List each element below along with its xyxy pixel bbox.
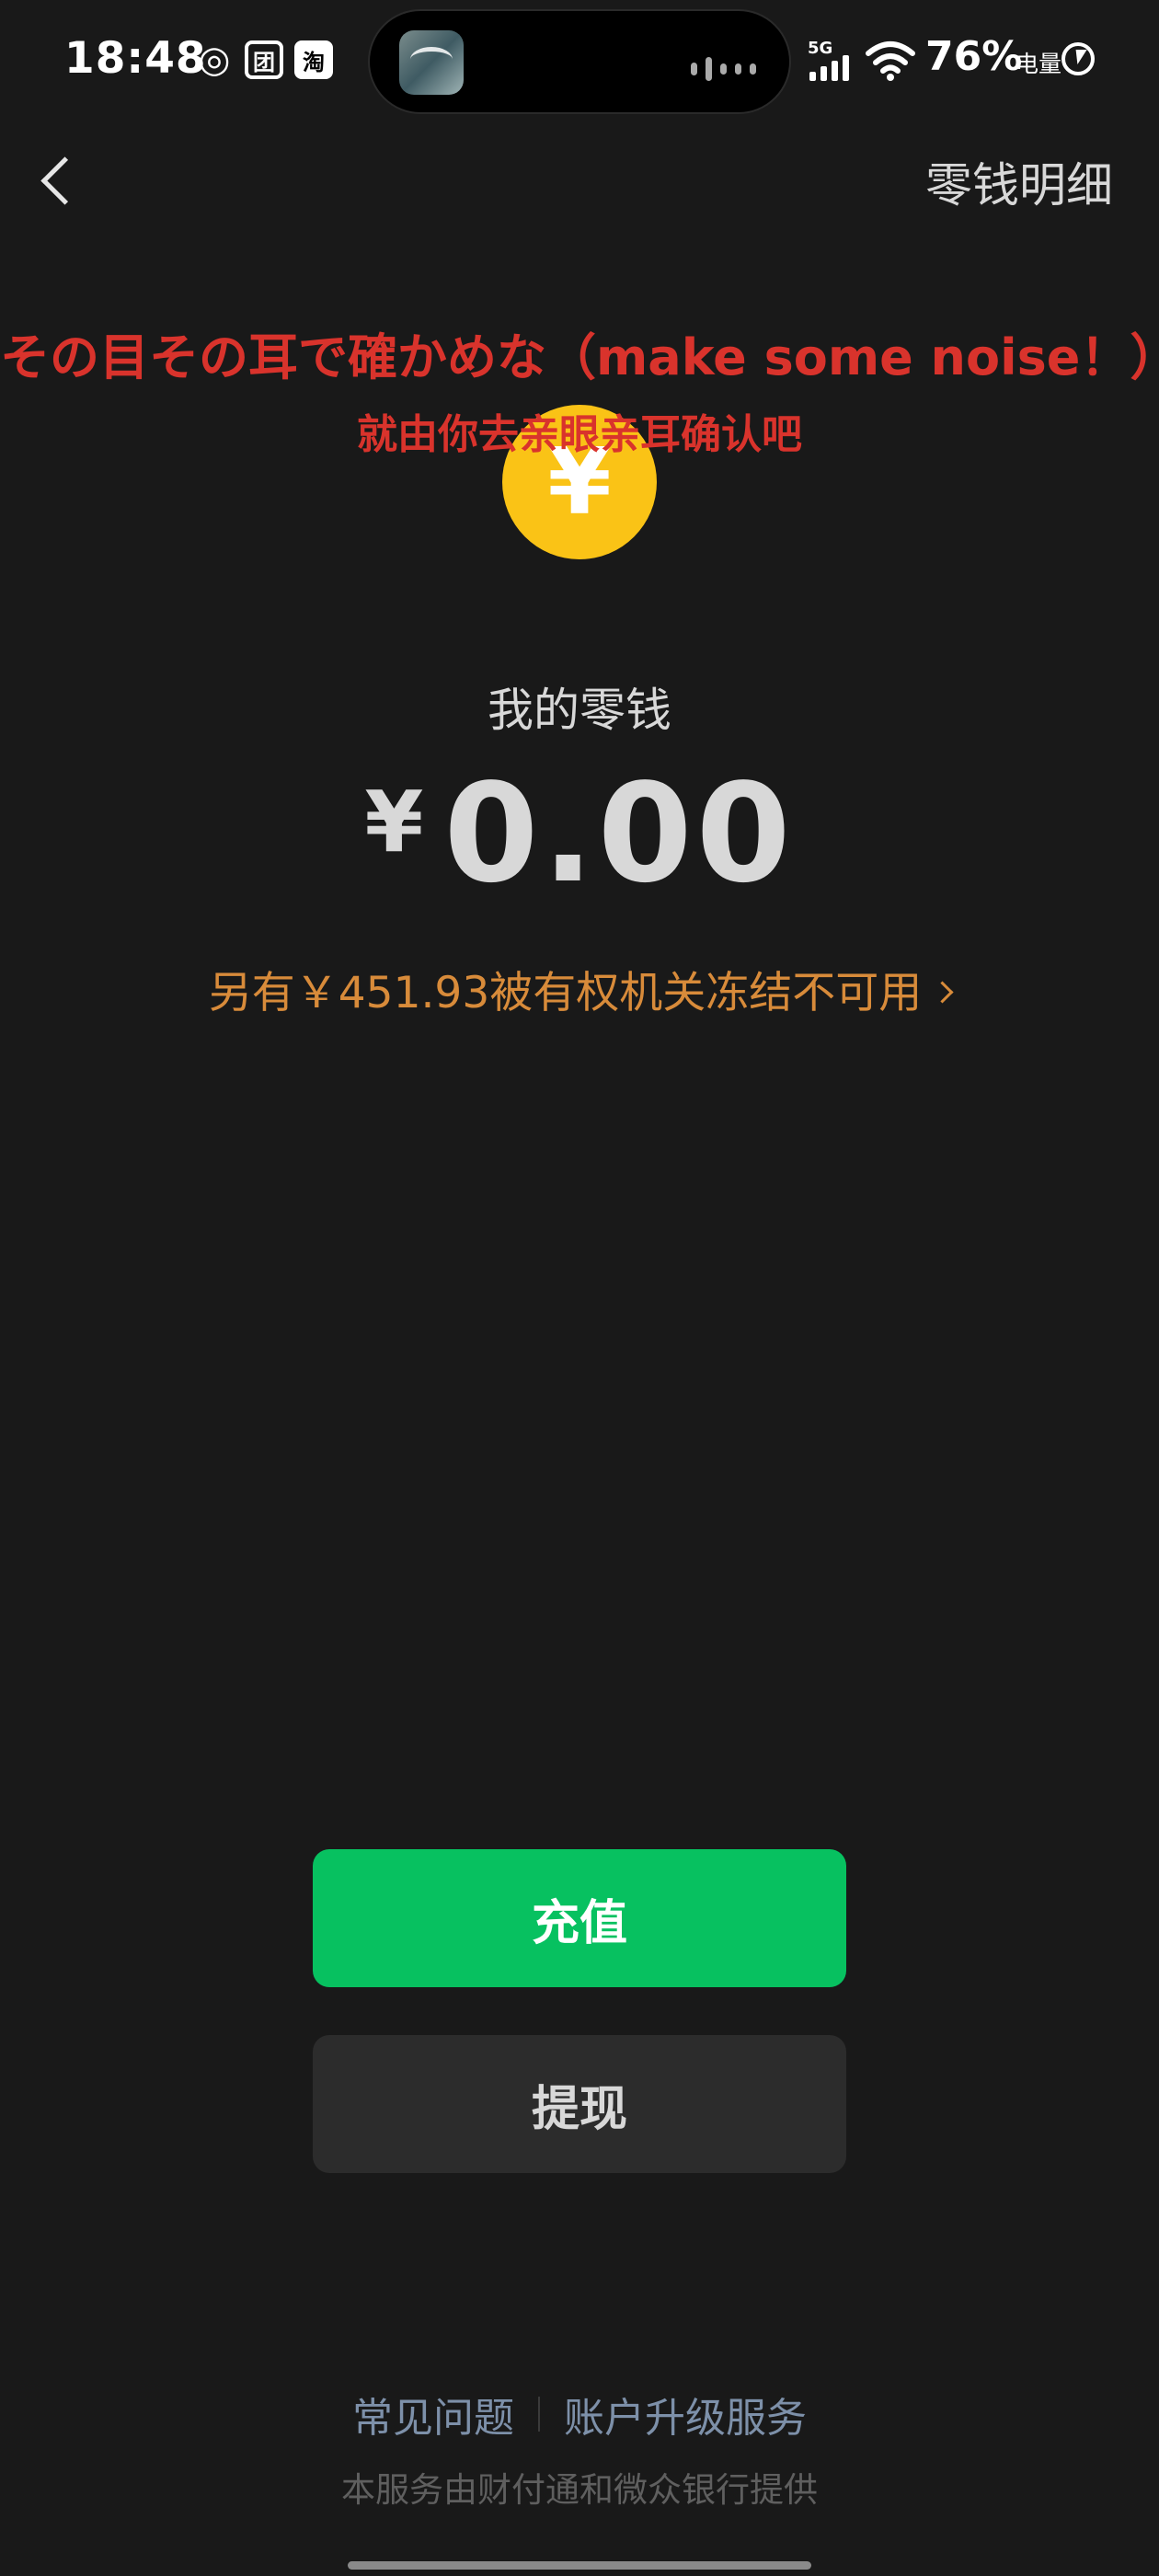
battery-percent: 76% xyxy=(925,33,1023,80)
footer-divider xyxy=(538,2397,540,2432)
frozen-funds-link[interactable]: 另有￥451.93被有权机关冻结不可用 xyxy=(0,957,1159,1020)
signal-icon xyxy=(809,55,849,81)
currency-symbol: ¥ xyxy=(364,773,424,871)
meituan-icon: 团 xyxy=(245,40,283,79)
netease-music-icon: ◎ xyxy=(198,39,231,81)
caption-japanese: その目その耳で確かめな（make some noise！） xyxy=(0,328,1159,386)
provider-note: 本服务由财付通和微众银行提供 xyxy=(341,2470,818,2510)
taobao-icon: 淘 xyxy=(294,40,333,79)
battery-label: 电量 xyxy=(1016,51,1062,77)
charging-icon xyxy=(1061,42,1095,75)
balance-amount: ¥0.00 xyxy=(0,754,1159,913)
withdraw-button[interactable]: 提现 xyxy=(313,2035,846,2173)
amount-value: 0.00 xyxy=(443,754,795,913)
back-arrow-icon[interactable] xyxy=(35,147,90,212)
caption-chinese: 就由你去亲眼亲耳确认吧 xyxy=(357,411,802,458)
faq-link[interactable]: 常见问题 xyxy=(352,2385,514,2444)
chevron-right-icon xyxy=(931,981,954,1004)
account-upgrade-link[interactable]: 账户升级服务 xyxy=(564,2385,807,2444)
change-details-link[interactable]: 零钱明细 xyxy=(925,147,1113,215)
game-app-icon[interactable] xyxy=(399,30,464,95)
recharge-button[interactable]: 充值 xyxy=(313,1849,846,1987)
audio-wave-icon xyxy=(691,57,756,81)
dynamic-island[interactable] xyxy=(368,9,791,114)
frozen-funds-text: 另有￥451.93被有权机关冻结不可用 xyxy=(208,968,923,1018)
home-indicator[interactable] xyxy=(348,2561,811,2570)
clock: 18:48 xyxy=(64,33,207,84)
balance-label: 我的零钱 xyxy=(488,684,671,737)
wifi-icon xyxy=(866,41,915,81)
status-bar: 18:48 ◎ 团 淘 5G 76% 电量 xyxy=(0,0,1159,125)
footer-links: 常见问题 账户升级服务 xyxy=(0,2385,1159,2444)
